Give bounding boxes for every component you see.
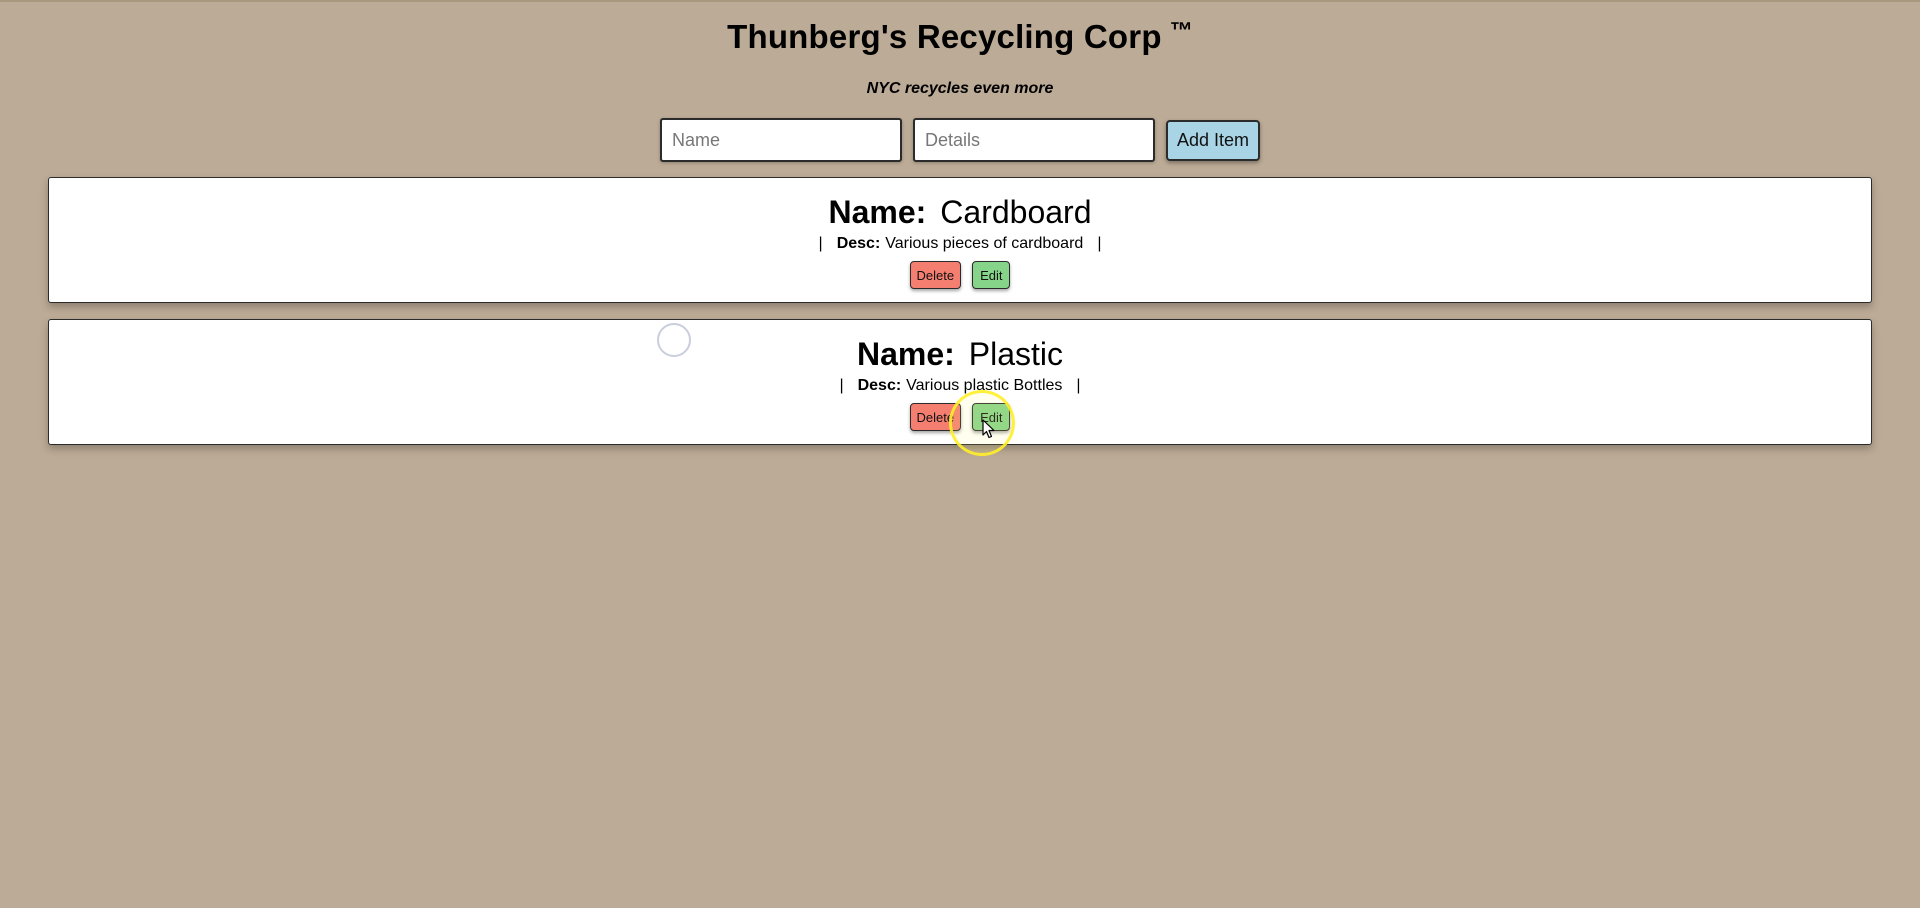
item-actions: Delete Edit <box>49 261 1871 289</box>
item-desc-value: Various pieces of cardboard <box>885 235 1084 252</box>
add-item-form: Add Item <box>0 118 1920 162</box>
page-header: Thunberg's Recycling Corp ™ NYC recycles … <box>0 0 1920 99</box>
item-desc-row: | Desc: Various plastic Bottles | <box>49 376 1871 396</box>
item-list: Name: Cardboard | Desc: Various pieces of c… <box>48 177 1872 461</box>
separator-left: | <box>818 235 823 252</box>
item-name-row: Name: Cardboard <box>49 178 1871 232</box>
separator-right: | <box>1076 377 1081 394</box>
item-desc-label: Desc: <box>857 377 902 394</box>
item-name-label: Name: <box>856 336 955 372</box>
item-card: Name: Cardboard | Desc: Various pieces of c… <box>48 177 1872 303</box>
add-item-button[interactable]: Add Item <box>1165 119 1261 161</box>
item-card: Name: Plastic | Desc: Various plastic Bottl… <box>48 319 1872 445</box>
item-name-value: Plastic <box>968 336 1064 372</box>
delete-button[interactable]: Delete <box>909 403 962 431</box>
separator-right: | <box>1097 235 1102 252</box>
top-border <box>0 0 1920 2</box>
separator-left: | <box>839 377 844 394</box>
item-name-value: Cardboard <box>940 194 1092 230</box>
edit-button[interactable]: Edit <box>972 403 1011 431</box>
page-tagline: NYC recycles even more <box>866 80 1054 97</box>
name-input[interactable] <box>659 118 902 162</box>
item-desc-value: Various plastic Bottles <box>906 377 1063 394</box>
item-name-row: Name: Plastic <box>49 320 1871 374</box>
item-desc-row: | Desc: Various pieces of cardboard | <box>49 234 1871 254</box>
delete-button[interactable]: Delete <box>909 261 962 289</box>
details-input[interactable] <box>912 118 1155 162</box>
page-title-text: Thunberg's Recycling Corp <box>727 18 1162 55</box>
edit-button[interactable]: Edit <box>972 261 1011 289</box>
item-actions: Delete Edit <box>49 403 1871 431</box>
item-name-label: Name: <box>828 194 927 230</box>
item-desc-label: Desc: <box>836 235 881 252</box>
trademark-symbol: ™ <box>1169 17 1193 43</box>
page-title: Thunberg's Recycling Corp ™ <box>0 0 1920 56</box>
